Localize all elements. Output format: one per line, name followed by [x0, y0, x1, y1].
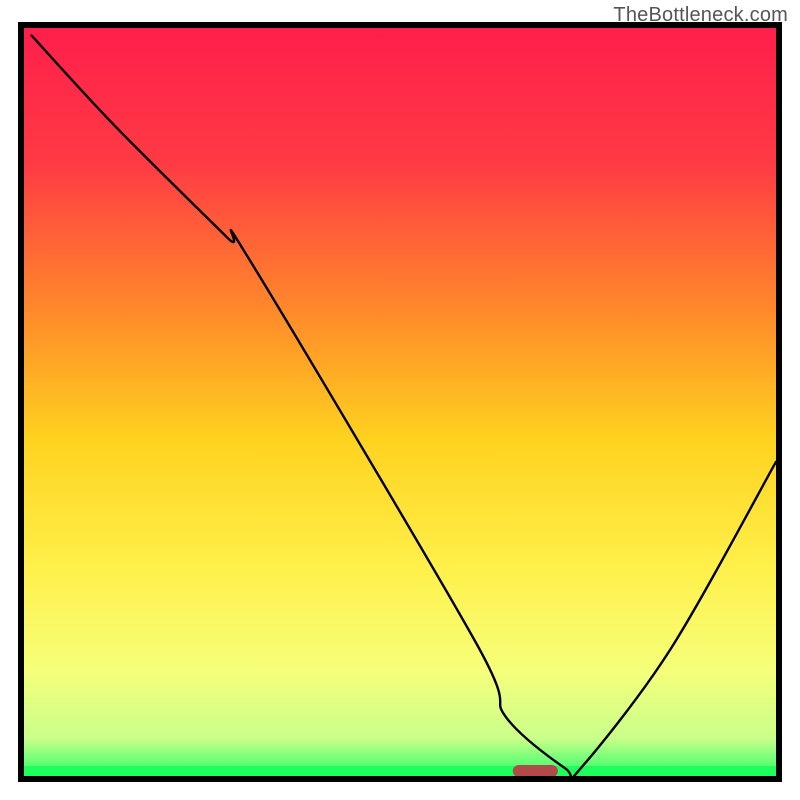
- bottleneck-chart: TheBottleneck.com: [0, 0, 800, 800]
- gradient-background: [24, 28, 776, 776]
- bottom-green-band: [24, 766, 776, 776]
- chart-svg: [0, 0, 800, 800]
- watermark-text: TheBottleneck.com: [613, 4, 788, 27]
- optimal-marker: [513, 765, 558, 777]
